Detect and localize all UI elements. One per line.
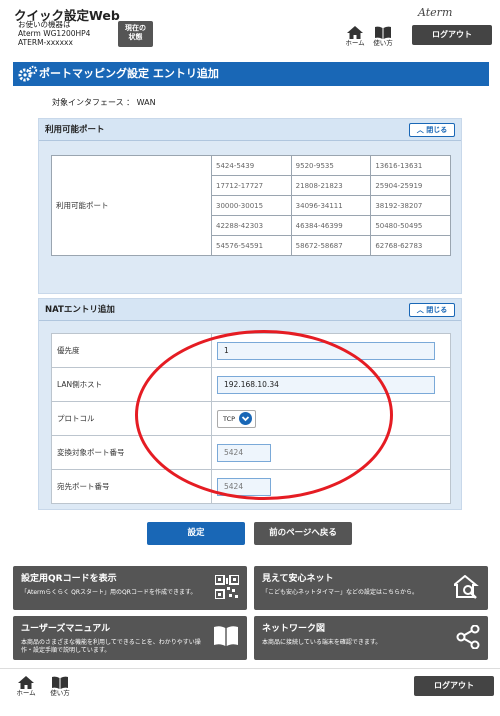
safety-net-desc: 「こども安心ネットタイマー」などの設定はこちらから。: [262, 589, 419, 596]
device-model: Aterm WG1200HP4: [18, 29, 91, 38]
back-button[interactable]: 前のページへ戻る: [254, 522, 352, 545]
help-label: 使い方: [373, 39, 393, 47]
footer-logout-button[interactable]: ログアウト: [414, 676, 494, 696]
port-range-cell: 13616-13631: [370, 155, 451, 176]
home-search-icon: [454, 575, 479, 599]
book-icon: [214, 626, 238, 646]
close-label: 閉じる: [426, 306, 448, 314]
port-range-cell: 50480-50495: [370, 215, 451, 236]
device-info-line1: お使いの機器は: [18, 20, 71, 29]
current-state-label-1: 現在の: [125, 24, 146, 32]
port-range-cell: 21808-21823: [290, 175, 372, 196]
footer-home-button[interactable]: ホーム: [13, 676, 39, 702]
help-button[interactable]: 使い方: [370, 26, 396, 52]
nat-entry-heading: NATエントリ追加: [45, 305, 115, 315]
home-button[interactable]: ホーム: [342, 26, 368, 52]
device-name: ATERM-xxxxxx: [18, 38, 73, 47]
available-ports-header: 利用可能ポート ︿ 閉じる: [39, 119, 461, 141]
home-icon: [347, 26, 363, 39]
available-ports-table-wrap: 利用可能ポート 5424-5439 9520-9535 13616-13631 …: [51, 155, 451, 256]
safety-net-tile[interactable]: 見えて安心ネット 「こども安心ネットタイマー」などの設定はこちらから。: [254, 566, 488, 610]
user-manual-desc: 本商品のさまざまな機能を利用してできることを、わかりやすい操作・設定手順で説明し…: [21, 639, 201, 654]
footer-home-label: ホーム: [16, 689, 36, 697]
user-manual-title: ユーザーズマニュアル: [21, 624, 111, 634]
network-map-tile[interactable]: ネットワーク図 本商品に接続している端末を確認できます。: [254, 616, 488, 660]
target-interface: 対象インタフェース ： WAN: [52, 98, 156, 107]
qr-code-tile[interactable]: 設定用QRコードを表示 「Atermらくらく QRスタート」用のQRコードを作成…: [13, 566, 247, 610]
chevron-up-icon: ︿: [416, 126, 424, 134]
book-icon: [375, 26, 391, 39]
gear-icon: [18, 65, 38, 82]
table-row: 利用可能ポート 5424-5439 9520-9535 13616-13631: [51, 155, 451, 256]
chevron-up-icon: ︿: [416, 306, 424, 314]
available-ports-heading: 利用可能ポート: [45, 125, 105, 135]
port-range-cell: 54576-54591: [211, 235, 292, 256]
logout-button[interactable]: ログアウト: [412, 25, 492, 45]
port-range-cell: 17712-17727: [211, 175, 292, 196]
qr-code-icon: [215, 575, 239, 599]
port-range-cell: 25904-25919: [370, 175, 451, 196]
device-info: お使いの機器は Aterm WG1200HP4 ATERM-xxxxxx: [18, 20, 90, 47]
aterm-logo: Aterm: [418, 6, 453, 19]
page-title: ポートマッピング設定 エントリ追加: [39, 67, 219, 80]
user-manual-tile[interactable]: ユーザーズマニュアル 本商品のさまざまな機能を利用してできることを、わかりやすい…: [13, 616, 247, 660]
port-range-cell: 9520-9535: [290, 155, 372, 176]
annotation-oval: [135, 330, 393, 500]
close-label: 閉じる: [426, 126, 448, 134]
set-button[interactable]: 設定: [147, 522, 245, 545]
port-range-cell: 5424-5439: [211, 155, 292, 176]
page-title-bar: ポートマッピング設定 エントリ追加: [13, 62, 489, 86]
safety-net-title: 見えて安心ネット: [262, 574, 334, 584]
port-range-cell: 62768-62783: [370, 235, 451, 256]
nat-entry-header: NATエントリ追加 ︿ 閉じる: [39, 299, 461, 321]
footer-help-button[interactable]: 使い方: [47, 676, 73, 702]
network-map-desc: 本商品に接続している端末を確認できます。: [262, 639, 382, 646]
available-ports-row-label: 利用可能ポート: [51, 155, 212, 256]
available-ports-table: 利用可能ポート 5424-5439 9520-9535 13616-13631 …: [51, 155, 451, 256]
current-state-label-2: 状態: [128, 33, 143, 41]
qr-code-desc: 「Atermらくらく QRスタート」用のQRコードを作成できます。: [21, 589, 197, 596]
available-ports-section: 利用可能ポート ︿ 閉じる 利用可能ポート 5424-5439 9520-953…: [38, 118, 462, 294]
footer-help-label: 使い方: [50, 689, 70, 697]
current-state-button[interactable]: 現在の 状態: [118, 21, 153, 47]
book-icon: [52, 676, 68, 689]
port-range-cell: 46384-46399: [290, 215, 372, 236]
port-range-cell: 42288-42303: [211, 215, 292, 236]
port-range-cell: 58672-58687: [290, 235, 372, 256]
home-label: ホーム: [345, 39, 365, 47]
port-range-cell: 30000-30015: [211, 195, 292, 216]
available-ports-close-button[interactable]: ︿ 閉じる: [409, 123, 455, 137]
share-network-icon: [456, 625, 480, 649]
header: クイック設定Web お使いの機器は Aterm WG1200HP4 ATERM-…: [0, 0, 500, 52]
port-range-cell: 38192-38207: [370, 195, 451, 216]
qr-code-title: 設定用QRコードを表示: [21, 574, 117, 584]
network-map-title: ネットワーク図: [262, 624, 326, 634]
nat-entry-close-button[interactable]: ︿ 閉じる: [409, 303, 455, 317]
home-icon: [18, 676, 34, 689]
port-range-cell: 34096-34111: [290, 195, 372, 216]
footer: ホーム 使い方 ログアウト: [0, 668, 500, 716]
